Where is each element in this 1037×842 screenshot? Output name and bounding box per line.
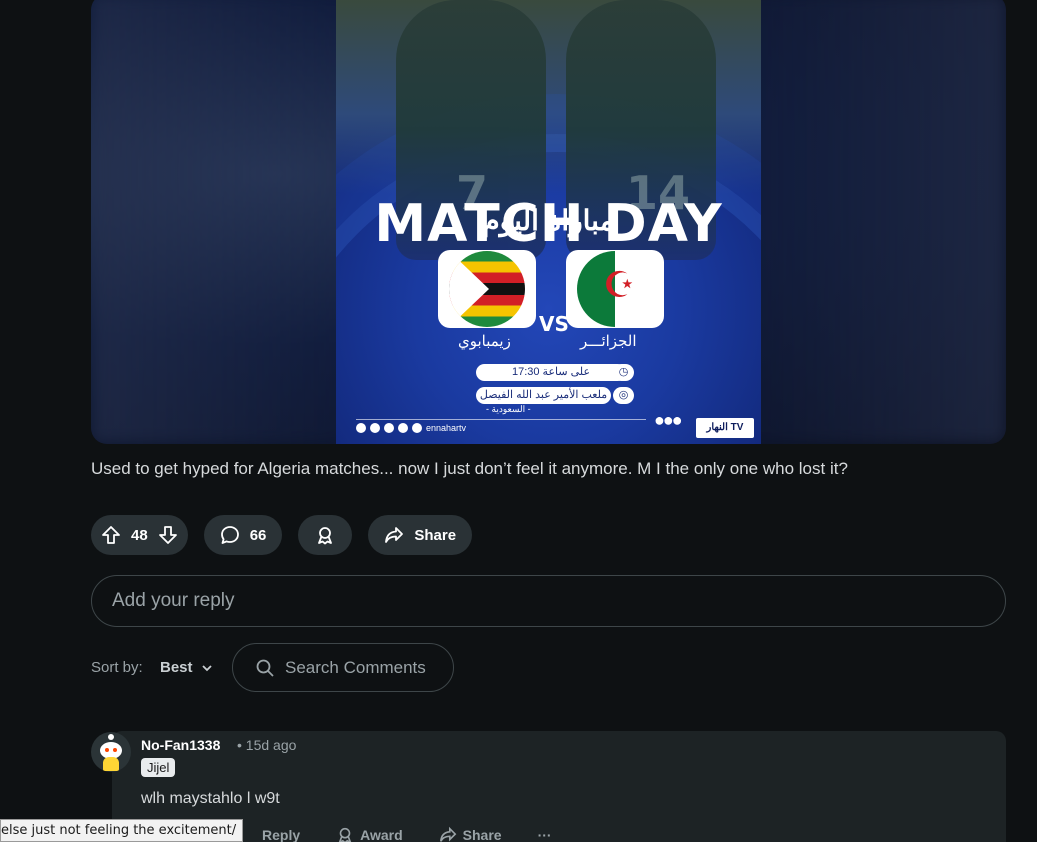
- snoo-body: [103, 757, 119, 771]
- tiktok-icon: [384, 423, 394, 433]
- zimbabwe-flag-box: [438, 250, 536, 328]
- reply-placeholder: Add your reply: [112, 590, 235, 611]
- sort-dropdown[interactable]: Best: [160, 659, 213, 676]
- snoo-antenna: [108, 734, 114, 740]
- match-day-headline-ar: مباراة اليوم: [482, 205, 615, 236]
- dots-decoration: ●●●: [654, 410, 683, 430]
- downvote-icon[interactable]: [158, 525, 178, 545]
- search-icon: [256, 659, 274, 677]
- link-status-tooltip: else just not feeling the excitement/: [0, 819, 244, 842]
- comment-username[interactable]: No-Fan1338: [141, 737, 220, 753]
- share-label: Share: [414, 526, 457, 544]
- algeria-flag-box: [566, 250, 664, 328]
- sort-label: Sort by:: [91, 659, 143, 676]
- poster-divider: [356, 419, 646, 420]
- share-button[interactable]: Share: [368, 515, 473, 555]
- comment-share-button[interactable]: Share: [439, 826, 502, 842]
- user-flair: Jijel: [141, 758, 176, 777]
- share-icon: [385, 527, 404, 543]
- match-time: على ساعة 17:30: [476, 364, 626, 381]
- award-label: Award: [360, 827, 403, 842]
- share-icon: [439, 826, 457, 842]
- instagram-icon: [398, 423, 408, 433]
- vote-pill: 48: [91, 515, 188, 555]
- comment-count: 66: [249, 526, 267, 544]
- more-options-button[interactable]: ···: [538, 827, 552, 842]
- sort-value: Best: [160, 659, 193, 676]
- facebook-icon: [356, 423, 366, 433]
- more-icon: ···: [537, 827, 552, 842]
- vote-count: 48: [131, 526, 148, 544]
- comment-award-button[interactable]: Award: [336, 826, 403, 842]
- team-left-name: زيمبابوي: [458, 333, 511, 350]
- algeria-flag-icon: [577, 251, 653, 327]
- snoo-eye-left: [105, 748, 109, 752]
- award-icon: [338, 827, 352, 842]
- snoo-eye-right: [113, 748, 117, 752]
- post-body: Used to get hyped for Algeria matches...…: [91, 459, 848, 478]
- match-country: - السعودية -: [486, 404, 531, 414]
- match-day-poster[interactable]: 7 14 MATCH DAY مباراة اليوم VS زيمبابوي …: [336, 0, 761, 444]
- chevron-down-icon: [201, 664, 212, 671]
- clock-icon: ◷: [613, 364, 634, 381]
- upvote-icon[interactable]: [101, 525, 121, 545]
- post-media[interactable]: 7 14 MATCH DAY مباراة اليوم VS زيمبابوي …: [91, 0, 1006, 444]
- versus-label: VS: [539, 312, 569, 336]
- share-label: Share: [462, 827, 502, 842]
- reply-button[interactable]: Reply: [262, 827, 300, 842]
- social-handle-text: ennahartv: [426, 423, 467, 433]
- comment-actions: Reply Award Share ···: [262, 826, 552, 842]
- award-icon: [318, 527, 333, 545]
- add-reply-input[interactable]: Add your reply: [91, 575, 1006, 627]
- comment-timestamp[interactable]: • 15d ago: [237, 737, 296, 753]
- award-button[interactable]: [298, 515, 353, 555]
- comment-icon: [220, 526, 239, 544]
- search-comments-input[interactable]: Search Comments: [232, 643, 454, 692]
- social-handle: ennahartv: [356, 423, 466, 433]
- match-venue: ملعب الأمير عبد الله الفيصل: [476, 387, 611, 404]
- comment-body: wlh maystahlo l w9t: [141, 790, 280, 807]
- reply-label: Reply: [262, 827, 301, 842]
- team-right-name: الجزائـــر: [580, 333, 637, 350]
- post-action-bar: 48 66 Share: [91, 515, 473, 555]
- stadium-icon: ◎: [613, 387, 634, 404]
- youtube-icon: [370, 423, 380, 433]
- comments-button[interactable]: 66: [203, 515, 283, 555]
- zimbabwe-flag-icon: [449, 251, 525, 327]
- search-placeholder: Search Comments: [285, 657, 426, 677]
- x-icon: [412, 423, 422, 433]
- channel-logo: النهار TV: [696, 418, 754, 438]
- avatar[interactable]: [91, 732, 131, 772]
